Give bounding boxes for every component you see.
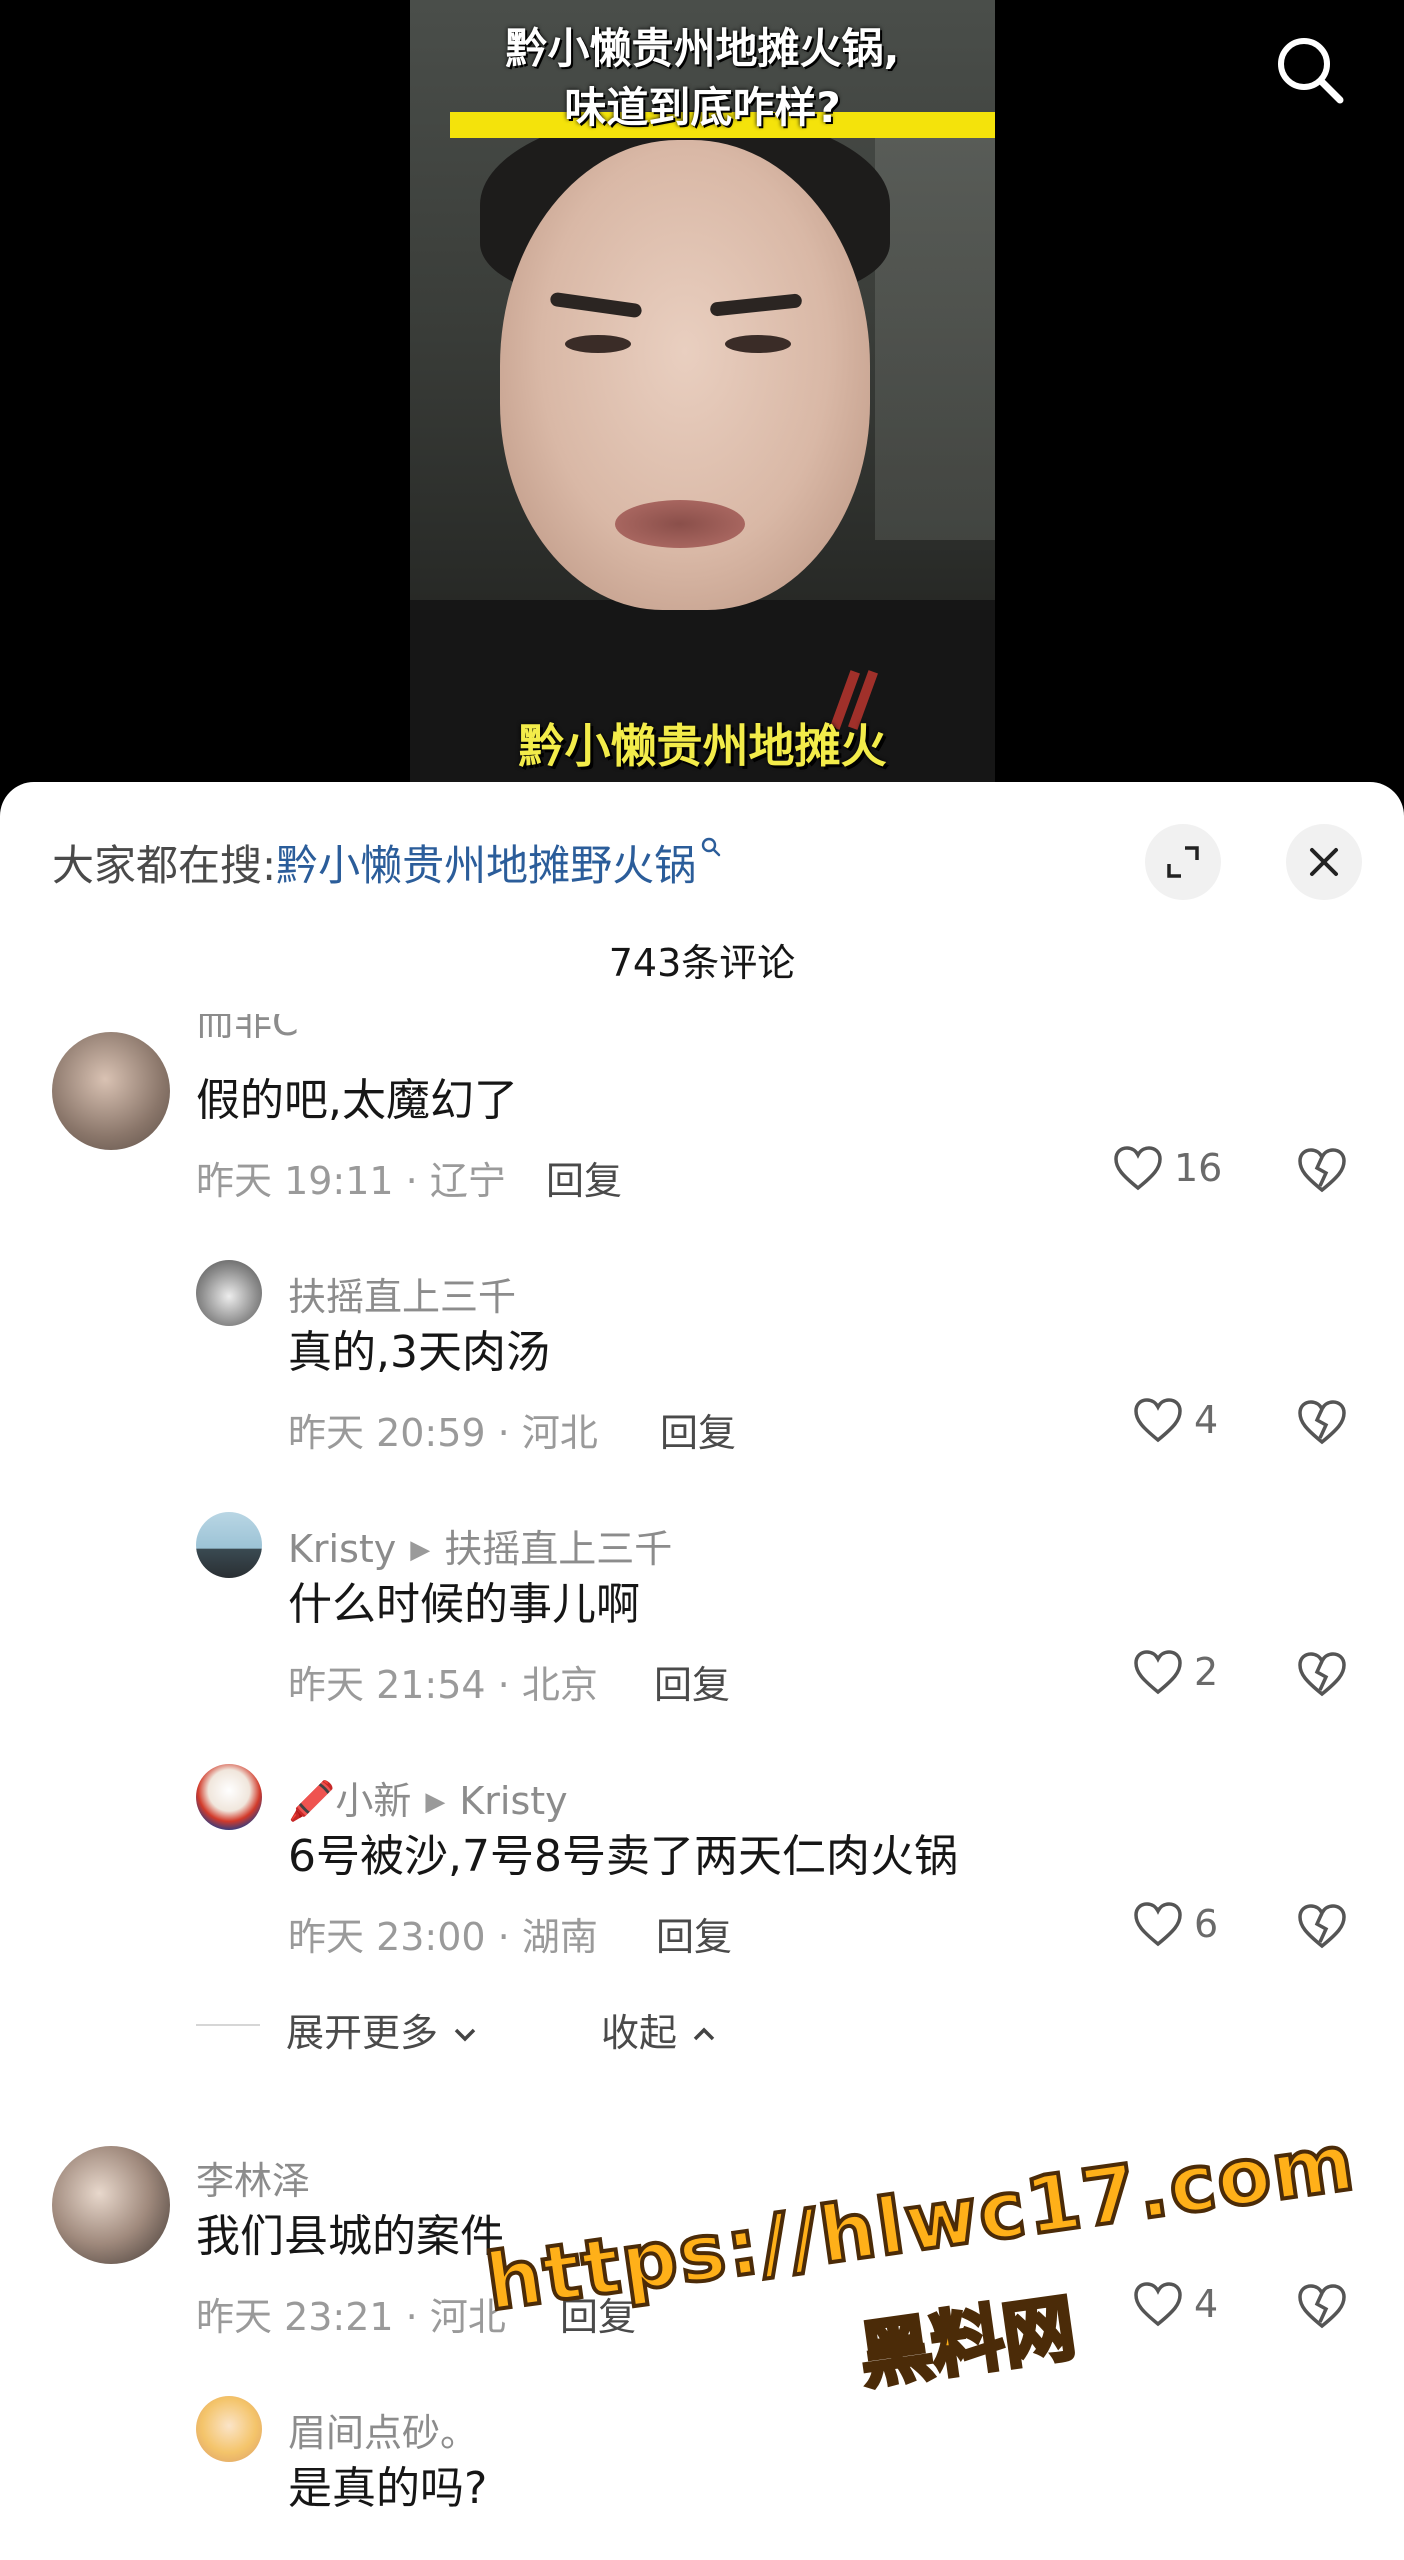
close-panel-button[interactable] (1286, 824, 1362, 900)
suggest-keyword-link[interactable]: 黔小懒贵州地摊野火锅 (276, 841, 696, 890)
avatar[interactable] (196, 2396, 262, 2462)
heart-icon (1134, 1398, 1182, 1443)
chevron-down-icon (454, 2028, 476, 2042)
comment-meta: 昨天 20:59 · 河北 (288, 1411, 598, 1455)
like-count: 6 (1194, 1902, 1219, 1946)
reply-button[interactable]: 回复 (660, 1402, 736, 1457)
comment-username[interactable]: Kristy ▶ 扶摇直上三千 (288, 1518, 672, 1573)
comment-text: 什么时候的事儿啊 (288, 1579, 640, 1630)
dislike-button[interactable] (1296, 1398, 1348, 1450)
close-icon (1310, 848, 1338, 876)
reply-arrow-icon: ▶ (410, 1535, 431, 1565)
comment-username[interactable]: 扶摇直上三千 (288, 1266, 516, 1321)
heart-icon (1114, 1146, 1162, 1191)
expand-more-replies-button[interactable]: 展开更多 (286, 2002, 480, 2057)
like-count: 4 (1194, 1398, 1219, 1442)
heart-icon (1134, 1650, 1182, 1695)
video-title-line1: 黔小懒贵州地摊火锅, (505, 24, 900, 73)
reply-button[interactable]: 回复 (656, 1906, 732, 1961)
thread-divider (196, 2024, 260, 2026)
comment-text: 我们县城的案件 (196, 2211, 504, 2262)
background-shelf (875, 120, 995, 540)
expand-more-label: 展开更多 (286, 2011, 439, 2055)
avatar[interactable] (196, 1260, 262, 1326)
avatar[interactable] (196, 1764, 262, 1830)
avatar[interactable] (52, 2146, 170, 2264)
reply-button[interactable]: 回复 (546, 1150, 622, 1205)
like-count: 16 (1174, 1146, 1223, 1190)
suggest-label: 大家都在搜: (52, 841, 277, 890)
video-person-eye (725, 335, 791, 353)
comment-username[interactable]: 🖍️小新 ▶ Kristy (288, 1770, 568, 1825)
collapse-replies-button[interactable]: 收起 (601, 2002, 719, 2057)
comment-meta: 昨天 23:00 · 湖南 (288, 1915, 598, 1959)
comment-text: 真的,3天肉汤 (288, 1327, 550, 1378)
broken-heart-icon (1298, 1904, 1346, 1949)
comment-meta: 昨天 21:54 · 北京 (288, 1663, 598, 1707)
comment-username[interactable]: 而非C (196, 1014, 299, 1038)
expand-icon (1167, 846, 1199, 878)
avatar[interactable] (196, 1512, 262, 1578)
broken-heart-icon (1298, 1148, 1346, 1193)
reply-target[interactable]: 扶摇直上三千 (444, 1527, 672, 1571)
like-button[interactable]: 16 (1112, 1144, 1222, 1192)
broken-heart-icon (1298, 1652, 1346, 1697)
search-button[interactable] (1270, 30, 1350, 110)
dislike-button[interactable] (1296, 1902, 1348, 1954)
comment-count: 743条评论 (608, 941, 796, 985)
chevron-up-icon (693, 2027, 715, 2041)
comment-text: 是真的吗? (288, 2463, 488, 2514)
like-button[interactable]: 4 (1132, 1396, 1218, 1444)
video-title-overlay: 黔小懒贵州地摊火锅, 味道到底咋样? (410, 20, 995, 138)
collapse-label: 收起 (601, 2011, 678, 2055)
video-title-line2: 味道到底咋样? (564, 83, 841, 132)
reply-author[interactable]: Kristy (288, 1527, 396, 1571)
search-icon (1278, 38, 1344, 104)
crayon-icon: 🖍️ (288, 1779, 336, 1823)
comment-username[interactable]: 眉间点砂。 (288, 2402, 478, 2457)
comment-meta: 昨天 23:21 · 河北 (196, 2295, 506, 2339)
expand-panel-button[interactable] (1145, 824, 1221, 900)
video-caption: 黔小懒贵州地摊火 (518, 719, 887, 773)
heart-icon (1134, 1902, 1182, 1947)
video-person-eye (565, 335, 631, 353)
dislike-button[interactable] (1296, 1146, 1348, 1198)
video-player[interactable]: 黔小懒贵州地摊火锅, 味道到底咋样? 黔小懒贵州地摊火 (0, 0, 1404, 800)
like-button[interactable]: 6 (1132, 1900, 1218, 1948)
avatar[interactable] (52, 1032, 170, 1150)
comment-text: 6号被沙,7号8号卖了两天仁肉火锅 (288, 1831, 958, 1882)
broken-heart-icon (1298, 1400, 1346, 1445)
search-icon (701, 837, 721, 857)
reply-author[interactable]: 小新 (335, 1779, 411, 1823)
video-frame[interactable]: 黔小懒贵州地摊火锅, 味道到底咋样? 黔小懒贵州地摊火 (410, 0, 995, 800)
trending-search-suggestion[interactable]: 大家都在搜:黔小懒贵州地摊野火锅 (52, 832, 722, 893)
video-person-mouth (615, 500, 745, 548)
comment-meta: 昨天 19:11 · 辽宁 (196, 1159, 506, 1203)
comment-username[interactable]: 李林泽 (196, 2150, 310, 2205)
reply-button[interactable]: 回复 (654, 1654, 730, 1709)
like-button[interactable]: 2 (1132, 1648, 1218, 1696)
like-count: 2 (1194, 1650, 1219, 1694)
reply-arrow-icon: ▶ (425, 1787, 446, 1817)
reply-target[interactable]: Kristy (459, 1779, 567, 1823)
comment-text: 假的吧,太魔幻了 (196, 1075, 518, 1126)
dislike-button[interactable] (1296, 1650, 1348, 1702)
